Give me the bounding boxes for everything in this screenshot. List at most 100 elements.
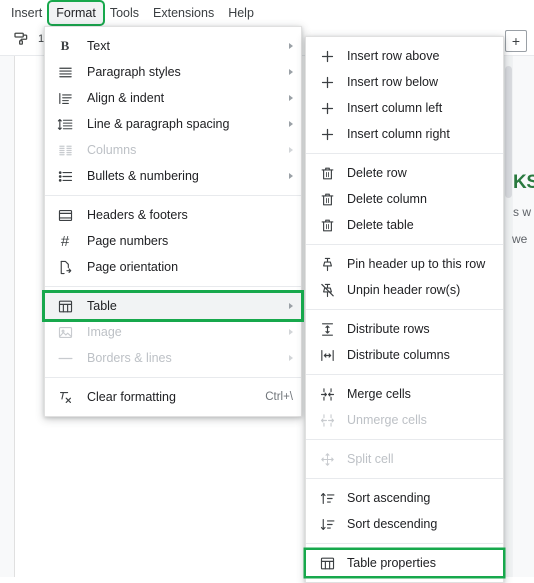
chevron-right-icon — [289, 329, 293, 335]
unmerge-cells-icon — [318, 411, 336, 429]
chevron-right-icon — [289, 173, 293, 179]
unpin-icon — [318, 281, 336, 299]
table-submenu-item-unmerge-cells: Unmerge cells — [306, 407, 503, 433]
format-menu-item-align-indent[interactable]: Align & indent — [45, 85, 301, 111]
menu-item-label: Insert column left — [347, 101, 443, 115]
add-button[interactable]: + — [505, 30, 527, 52]
menu-item-label: Unmerge cells — [347, 413, 427, 427]
menu-separator — [306, 153, 503, 154]
table-submenu-item-sort-descending[interactable]: Sort descending — [306, 511, 503, 537]
document-body-fragment-2: we — [512, 232, 528, 246]
page-numbers-icon: # — [60, 232, 70, 250]
menu-item-label: Headers & footers — [87, 208, 188, 222]
table-submenu-item-insert-column-right[interactable]: Insert column right — [306, 121, 503, 147]
table-icon — [56, 297, 74, 315]
plus-icon — [318, 73, 336, 91]
trash-icon — [318, 164, 336, 182]
menu-separator — [306, 478, 503, 479]
menubar-item-extensions[interactable]: Extensions — [146, 2, 221, 24]
chevron-right-icon — [289, 121, 293, 127]
table-submenu-item-distribute-rows[interactable]: Distribute rows — [306, 316, 503, 342]
borders-lines-icon — [56, 349, 74, 367]
menu-item-label: Line & paragraph spacing — [87, 117, 230, 131]
menu-separator — [45, 195, 301, 196]
menu-item-label: Unpin header row(s) — [347, 283, 461, 297]
menu-item-label: Distribute columns — [347, 348, 450, 362]
plus-icon — [318, 125, 336, 143]
page-orientation-icon — [56, 258, 74, 276]
menu-item-label: Text — [87, 39, 110, 53]
headers-footers-icon — [56, 206, 74, 224]
document-body-fragment-1: s w — [513, 205, 531, 219]
menu-item-label: Merge cells — [347, 387, 411, 401]
menu-item-label: Columns — [87, 143, 137, 157]
trash-icon — [318, 216, 336, 234]
menu-separator — [45, 286, 301, 287]
vertical-scrollbar-thumb[interactable] — [505, 66, 512, 198]
menu-item-label: Delete table — [347, 218, 414, 232]
menu-item-label: Insert column right — [347, 127, 450, 141]
menu-item-label: Image — [87, 325, 122, 339]
format-menu-item-bullets-numbering[interactable]: Bullets & numbering — [45, 163, 301, 189]
menu-item-label: Clear formatting — [87, 390, 176, 404]
menu-separator — [306, 309, 503, 310]
table-submenu-item-delete-column[interactable]: Delete column — [306, 186, 503, 212]
menu-separator — [306, 439, 503, 440]
table-submenu-item-distribute-columns[interactable]: Distribute columns — [306, 342, 503, 368]
menu-item-shortcut: Ctrl+\ — [265, 391, 293, 403]
format-menu-item-table[interactable]: Table — [45, 293, 301, 319]
menu-item-label: Page orientation — [87, 260, 179, 274]
chevron-right-icon — [289, 95, 293, 101]
format-menu-item-line-paragraph-spacing[interactable]: Line & paragraph spacing — [45, 111, 301, 137]
format-menu: B Text Paragraph styles Align & indent Line … — [44, 26, 302, 417]
menubar-item-tools[interactable]: Tools — [103, 2, 146, 24]
chevron-right-icon — [289, 69, 293, 75]
table-submenu-item-insert-row-above[interactable]: Insert row above — [306, 43, 503, 69]
plus-icon — [318, 99, 336, 117]
menu-item-label: Table properties — [347, 556, 436, 570]
menu-item-label: Pin header up to this row — [347, 257, 486, 271]
distribute-columns-icon — [318, 346, 336, 364]
format-menu-item-clear-formatting[interactable]: Clear formatting Ctrl+\ — [45, 384, 301, 410]
table-submenu-item-sort-ascending[interactable]: Sort ascending — [306, 485, 503, 511]
format-menu-item-paragraph-styles[interactable]: Paragraph styles — [45, 59, 301, 85]
table-submenu-item-table-properties[interactable]: Table properties — [306, 550, 503, 576]
format-menu-item-headers-footers[interactable]: Headers & footers — [45, 202, 301, 228]
menu-separator — [306, 543, 503, 544]
table-submenu-item-split-cell: Split cell — [306, 446, 503, 472]
paint-roller-icon[interactable] — [12, 31, 30, 49]
table-submenu-item-pin-header-up-to-this-row[interactable]: Pin header up to this row — [306, 251, 503, 277]
format-menu-item-text[interactable]: B Text — [45, 33, 301, 59]
menu-item-label: Align & indent — [87, 91, 165, 105]
menu-item-label: Bullets & numbering — [87, 169, 199, 183]
format-menu-item-page-orientation[interactable]: Page orientation — [45, 254, 301, 280]
pin-icon — [318, 255, 336, 273]
menubar-item-format[interactable]: Format — [49, 2, 103, 24]
format-menu-item-page-numbers[interactable]: # Page numbers — [45, 228, 301, 254]
bold-text-icon: B — [60, 38, 70, 53]
paragraph-styles-icon — [56, 63, 74, 81]
menu-separator — [306, 244, 503, 245]
menu-item-label: Delete row — [347, 166, 407, 180]
menu-item-label: Insert row below — [347, 75, 439, 89]
split-cell-icon — [318, 450, 336, 468]
menu-item-label: Page numbers — [87, 234, 169, 248]
table-submenu-item-insert-column-left[interactable]: Insert column left — [306, 95, 503, 121]
table-submenu-item-delete-table[interactable]: Delete table — [306, 212, 503, 238]
table-submenu-item-unpin-header-row-s[interactable]: Unpin header row(s) — [306, 277, 503, 303]
format-menu-item-borders-lines: Borders & lines — [45, 345, 301, 371]
table-submenu-item-insert-row-below[interactable]: Insert row below — [306, 69, 503, 95]
format-menu-item-image: Image — [45, 319, 301, 345]
menubar-item-insert[interactable]: Insert — [4, 2, 49, 24]
table-submenu-item-delete-row[interactable]: Delete row — [306, 160, 503, 186]
merge-cells-icon — [318, 385, 336, 403]
menu-item-label: Split cell — [347, 452, 394, 466]
align-indent-icon — [56, 89, 74, 107]
menu-separator — [306, 374, 503, 375]
vertical-scrollbar-track[interactable] — [504, 56, 513, 577]
table-submenu-item-merge-cells[interactable]: Merge cells — [306, 381, 503, 407]
chevron-right-icon — [289, 303, 293, 309]
chevron-right-icon — [289, 355, 293, 361]
menu-separator — [45, 377, 301, 378]
menubar-item-help[interactable]: Help — [221, 2, 261, 24]
